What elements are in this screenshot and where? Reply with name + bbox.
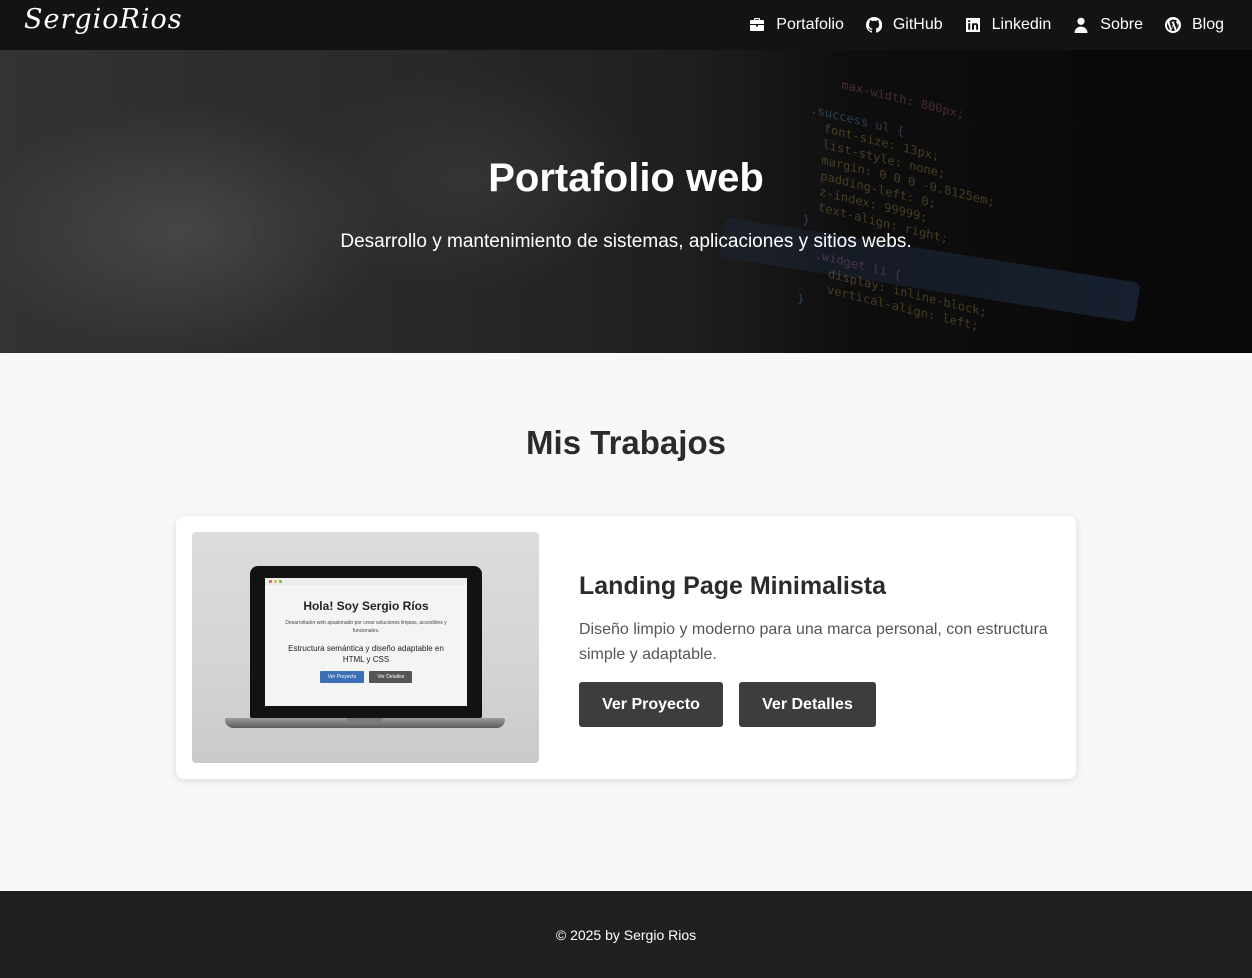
nav-link-label: Linkedin <box>991 16 1052 33</box>
navbar: SergioRios Portafolio GitHub Linkedin So… <box>0 0 1252 50</box>
mockup-subheading: Estructura semántica y diseño adaptable … <box>288 644 444 664</box>
nav-link-sobre[interactable]: Sobre <box>1073 16 1143 34</box>
laptop-notch <box>347 718 383 722</box>
user-icon <box>1073 17 1089 33</box>
nav-links: Portafolio GitHub Linkedin Sobre Blog <box>749 16 1228 34</box>
hero-subtitle: Desarrollo y mantenimiento de sistemas, … <box>340 231 912 252</box>
nav-link-linkedin[interactable]: Linkedin <box>965 16 1052 34</box>
mockup-secondary-button: Ver Detalles <box>369 671 413 683</box>
window-dot-icon <box>269 580 272 583</box>
project-card: Hola! Soy Sergio Ríos Desarrollador web … <box>176 516 1076 779</box>
nav-link-label: Portafolio <box>776 16 844 33</box>
footer-copyright: © 2025 by Sergio Rios <box>555 926 697 943</box>
view-details-button[interactable]: Ver Detalles <box>739 682 876 727</box>
mockup-primary-button: Ver Proyecto <box>319 671 365 683</box>
nav-link-github[interactable]: GitHub <box>865 16 943 34</box>
section-title: Mis Trabajos <box>526 424 726 461</box>
nav-link-blog[interactable]: Blog <box>1164 16 1224 34</box>
hero-overlay <box>0 50 1252 353</box>
browser-bar <box>265 578 467 585</box>
mockup-text: Desarrollador web apasionado por crear s… <box>285 620 447 634</box>
briefcase-icon <box>749 17 765 33</box>
project-title: Landing Page Minimalista <box>579 572 886 600</box>
window-dot-icon <box>279 580 282 583</box>
window-dot-icon <box>274 580 277 583</box>
hero-title: Portafolio web <box>488 156 764 200</box>
footer: © 2025 by Sergio Rios <box>0 891 1252 978</box>
hero-banner: max-width: 800px; .success ul { font-siz… <box>0 50 1252 353</box>
mockup-heading: Hola! Soy Sergio Ríos <box>303 599 429 613</box>
site-logo[interactable]: SergioRios <box>24 4 183 35</box>
nav-link-label: Sobre <box>1100 16 1143 33</box>
nav-link-portafolio[interactable]: Portafolio <box>749 16 844 34</box>
laptop-screen: Hola! Soy Sergio Ríos Desarrollador web … <box>250 566 482 718</box>
wordpress-icon <box>1164 17 1181 33</box>
github-icon <box>865 17 882 33</box>
nav-link-label: GitHub <box>892 16 943 33</box>
view-project-button[interactable]: Ver Proyecto <box>579 682 723 727</box>
laptop-display: Hola! Soy Sergio Ríos Desarrollador web … <box>265 578 467 706</box>
project-thumbnail[interactable]: Hola! Soy Sergio Ríos Desarrollador web … <box>192 532 539 763</box>
nav-link-label: Blog <box>1191 16 1224 33</box>
linkedin-icon <box>965 17 981 33</box>
mockup-buttons: Ver Proyecto Ver Detalles <box>265 671 467 683</box>
project-description: Diseño limpio y moderno para una marca p… <box>579 621 1048 663</box>
